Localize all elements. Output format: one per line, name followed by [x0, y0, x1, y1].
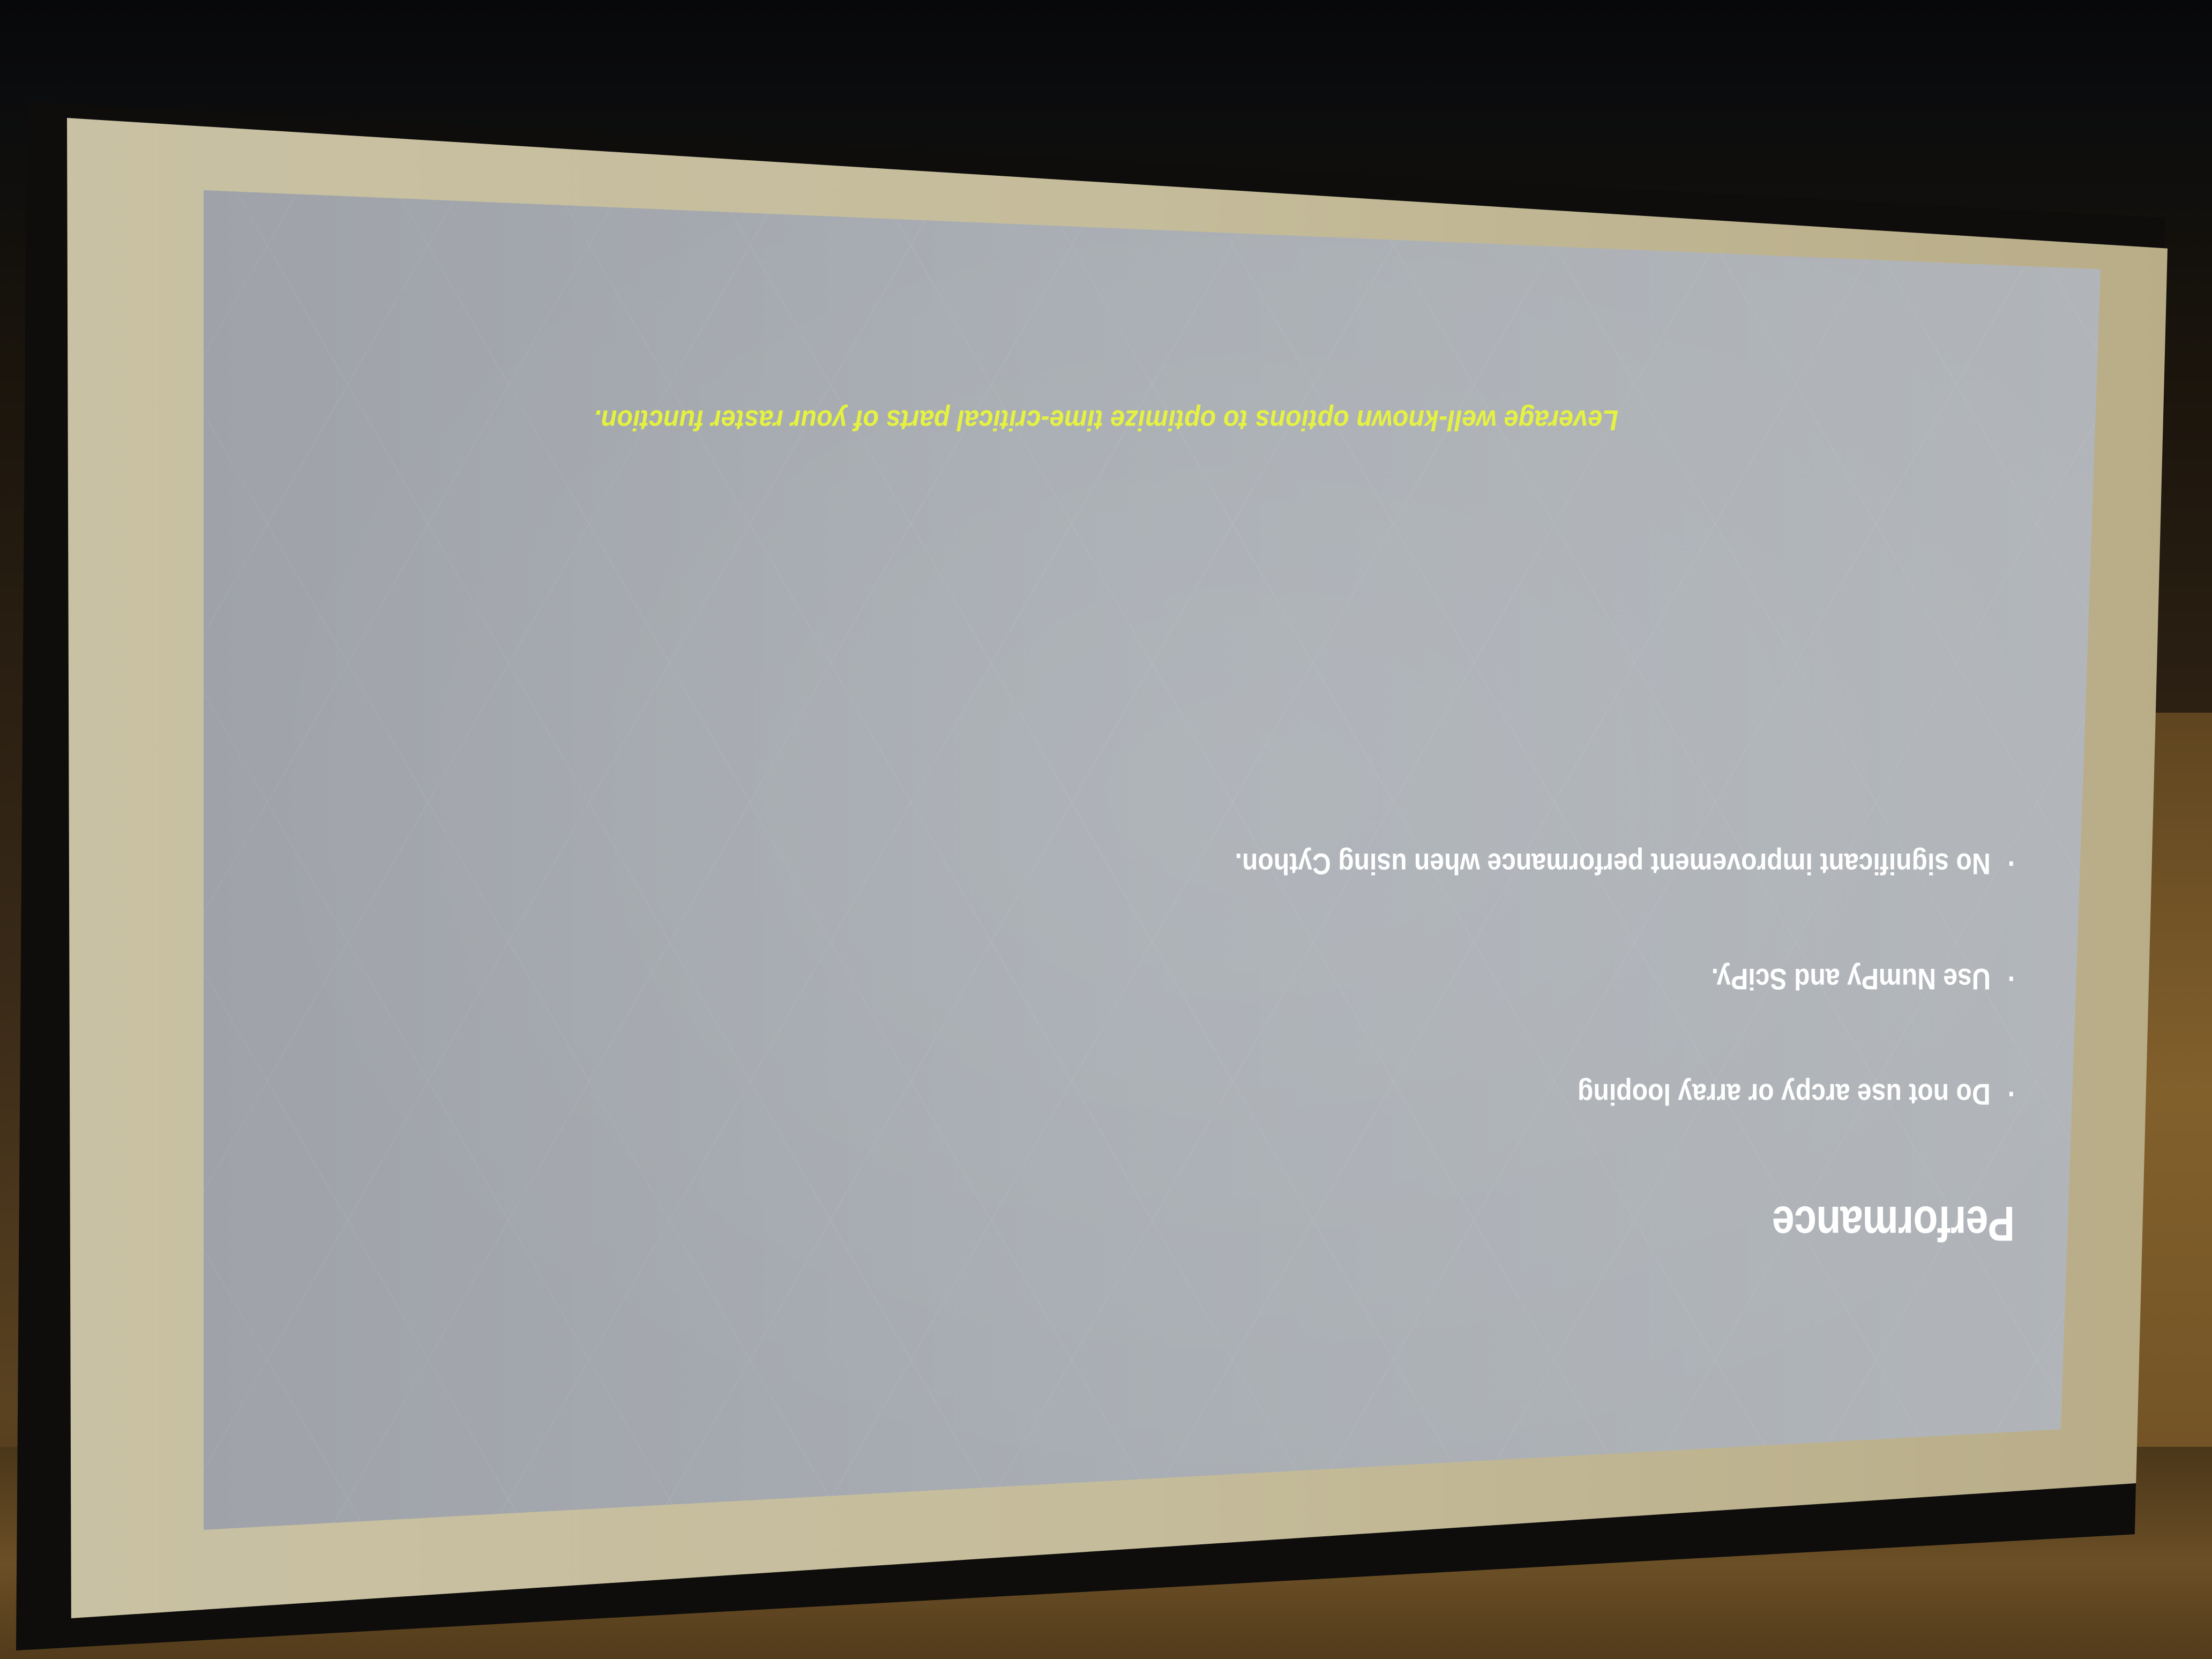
slide-footer-note: Leverage well-known options to optimize … — [594, 404, 1618, 436]
bullet-list: Do not use arcpy or array looping Use Nu… — [1108, 766, 2015, 1112]
bullet-item: Do not use arcpy or array looping — [1235, 1077, 2015, 1112]
bullet-item: No significant improvement performance w… — [1235, 847, 2015, 881]
slide-title: Performance — [1772, 1196, 2015, 1251]
bullet-item: Use NumPy and SciPy. — [1235, 962, 2015, 997]
slide-content-upside-down: Performance Do not use arcpy or array lo… — [204, 190, 2101, 1530]
slide-background: Performance Do not use arcpy or array lo… — [204, 190, 2101, 1530]
projected-slide-area: Performance Do not use arcpy or array lo… — [204, 190, 2101, 1530]
